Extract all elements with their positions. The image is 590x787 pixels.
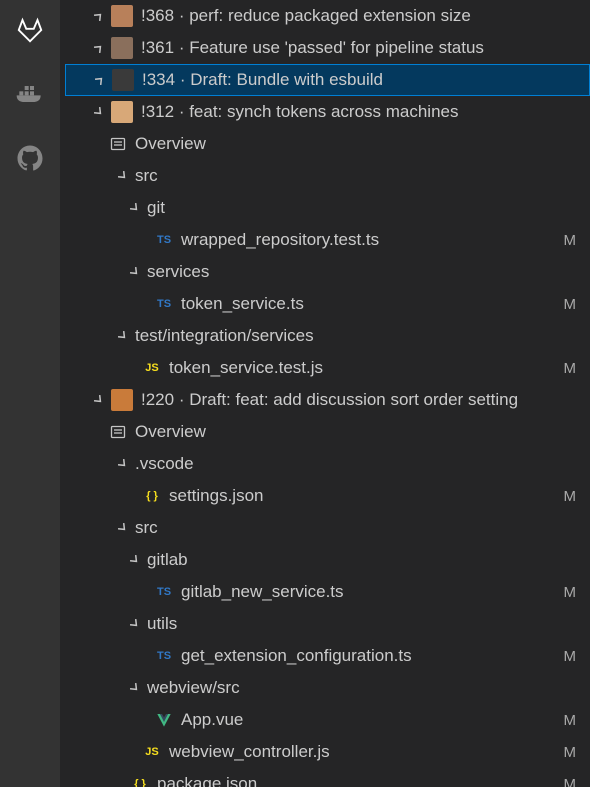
file-label: App.vue	[181, 710, 564, 730]
file-item[interactable]: TS wrapped_repository.test.ts M	[65, 224, 590, 256]
folder-label: utils	[147, 614, 590, 634]
merge-request-item[interactable]: !361 · Feature use 'passed' for pipeline…	[65, 32, 590, 64]
file-item[interactable]: TS gitlab_new_service.ts M	[65, 576, 590, 608]
chevron-down-icon[interactable]	[115, 456, 131, 472]
chevron-down-icon[interactable]	[91, 392, 107, 408]
folder-item[interactable]: git	[65, 192, 590, 224]
file-label: get_extension_configuration.ts	[181, 646, 564, 666]
merge-request-item[interactable]: !312 · feat: synch tokens across machine…	[65, 96, 590, 128]
activity-bar	[0, 0, 60, 787]
folder-item[interactable]: .vscode	[65, 448, 590, 480]
file-label: package.json	[157, 774, 564, 787]
github-icon[interactable]	[12, 140, 48, 176]
file-item[interactable]: JS token_service.test.js M	[65, 352, 590, 384]
merge-request-label: !220 · Draft: feat: add discussion sort …	[141, 390, 590, 410]
overview-label: Overview	[135, 422, 590, 442]
file-status: M	[564, 296, 577, 313]
folder-label: gitlab	[147, 550, 590, 570]
chevron-down-icon[interactable]	[127, 200, 143, 216]
merge-request-label: !312 · feat: synch tokens across machine…	[141, 102, 590, 122]
folder-label: src	[135, 166, 590, 186]
folder-label: .vscode	[135, 454, 590, 474]
file-label: settings.json	[169, 486, 564, 506]
file-label: token_service.ts	[181, 294, 564, 314]
file-label: token_service.test.js	[169, 358, 564, 378]
file-status: M	[564, 712, 577, 729]
docker-icon[interactable]	[12, 76, 48, 112]
chevron-down-icon[interactable]	[115, 328, 131, 344]
file-item[interactable]: TS token_service.ts M	[65, 288, 590, 320]
merge-request-item[interactable]: !220 · Draft: feat: add discussion sort …	[65, 384, 590, 416]
overview-item[interactable]: Overview	[65, 128, 590, 160]
folder-item[interactable]: src	[65, 160, 590, 192]
folder-item[interactable]: gitlab	[65, 544, 590, 576]
file-status: M	[564, 232, 577, 249]
folder-label: services	[147, 262, 590, 282]
file-item[interactable]: App.vue M	[65, 704, 590, 736]
chevron-down-icon[interactable]	[91, 104, 107, 120]
chevron-down-icon[interactable]	[127, 680, 143, 696]
file-status: M	[564, 648, 577, 665]
file-item[interactable]: { } package.json M	[65, 768, 590, 787]
file-item[interactable]: JS webview_controller.js M	[65, 736, 590, 768]
file-label: gitlab_new_service.ts	[181, 582, 564, 602]
file-status: M	[564, 744, 577, 761]
merge-request-label: !361 · Feature use 'passed' for pipeline…	[141, 38, 590, 58]
chevron-right-icon[interactable]	[92, 72, 108, 88]
chevron-down-icon[interactable]	[127, 616, 143, 632]
file-label: webview_controller.js	[169, 742, 564, 762]
folder-label: git	[147, 198, 590, 218]
folder-label: test/integration/services	[135, 326, 590, 346]
overview-label: Overview	[135, 134, 590, 154]
folder-item[interactable]: test/integration/services	[65, 320, 590, 352]
folder-item[interactable]: webview/src	[65, 672, 590, 704]
chevron-down-icon[interactable]	[115, 520, 131, 536]
overview-icon	[107, 424, 129, 440]
folder-item[interactable]: services	[65, 256, 590, 288]
folder-label: webview/src	[147, 678, 590, 698]
merge-request-label: !368 · perf: reduce packaged extension s…	[141, 6, 590, 26]
merge-request-label: !334 · Draft: Bundle with esbuild	[142, 70, 589, 90]
merge-request-item[interactable]: !334 · Draft: Bundle with esbuild	[65, 64, 590, 96]
chevron-down-icon[interactable]	[115, 168, 131, 184]
merge-requests-tree: !368 · perf: reduce packaged extension s…	[60, 0, 590, 787]
chevron-down-icon[interactable]	[127, 552, 143, 568]
overview-icon	[107, 136, 129, 152]
file-label: wrapped_repository.test.ts	[181, 230, 564, 250]
file-item[interactable]: TS get_extension_configuration.ts M	[65, 640, 590, 672]
merge-request-item[interactable]: !368 · perf: reduce packaged extension s…	[65, 0, 590, 32]
chevron-right-icon[interactable]	[91, 8, 107, 24]
file-status: M	[564, 360, 577, 377]
chevron-down-icon[interactable]	[127, 264, 143, 280]
gitlab-icon[interactable]	[12, 12, 48, 48]
chevron-right-icon[interactable]	[91, 40, 107, 56]
file-status: M	[564, 584, 577, 601]
file-item[interactable]: { } settings.json M	[65, 480, 590, 512]
folder-item[interactable]: src	[65, 512, 590, 544]
folder-label: src	[135, 518, 590, 538]
file-status: M	[564, 488, 577, 505]
overview-item[interactable]: Overview	[65, 416, 590, 448]
folder-item[interactable]: utils	[65, 608, 590, 640]
file-status: M	[564, 776, 577, 787]
